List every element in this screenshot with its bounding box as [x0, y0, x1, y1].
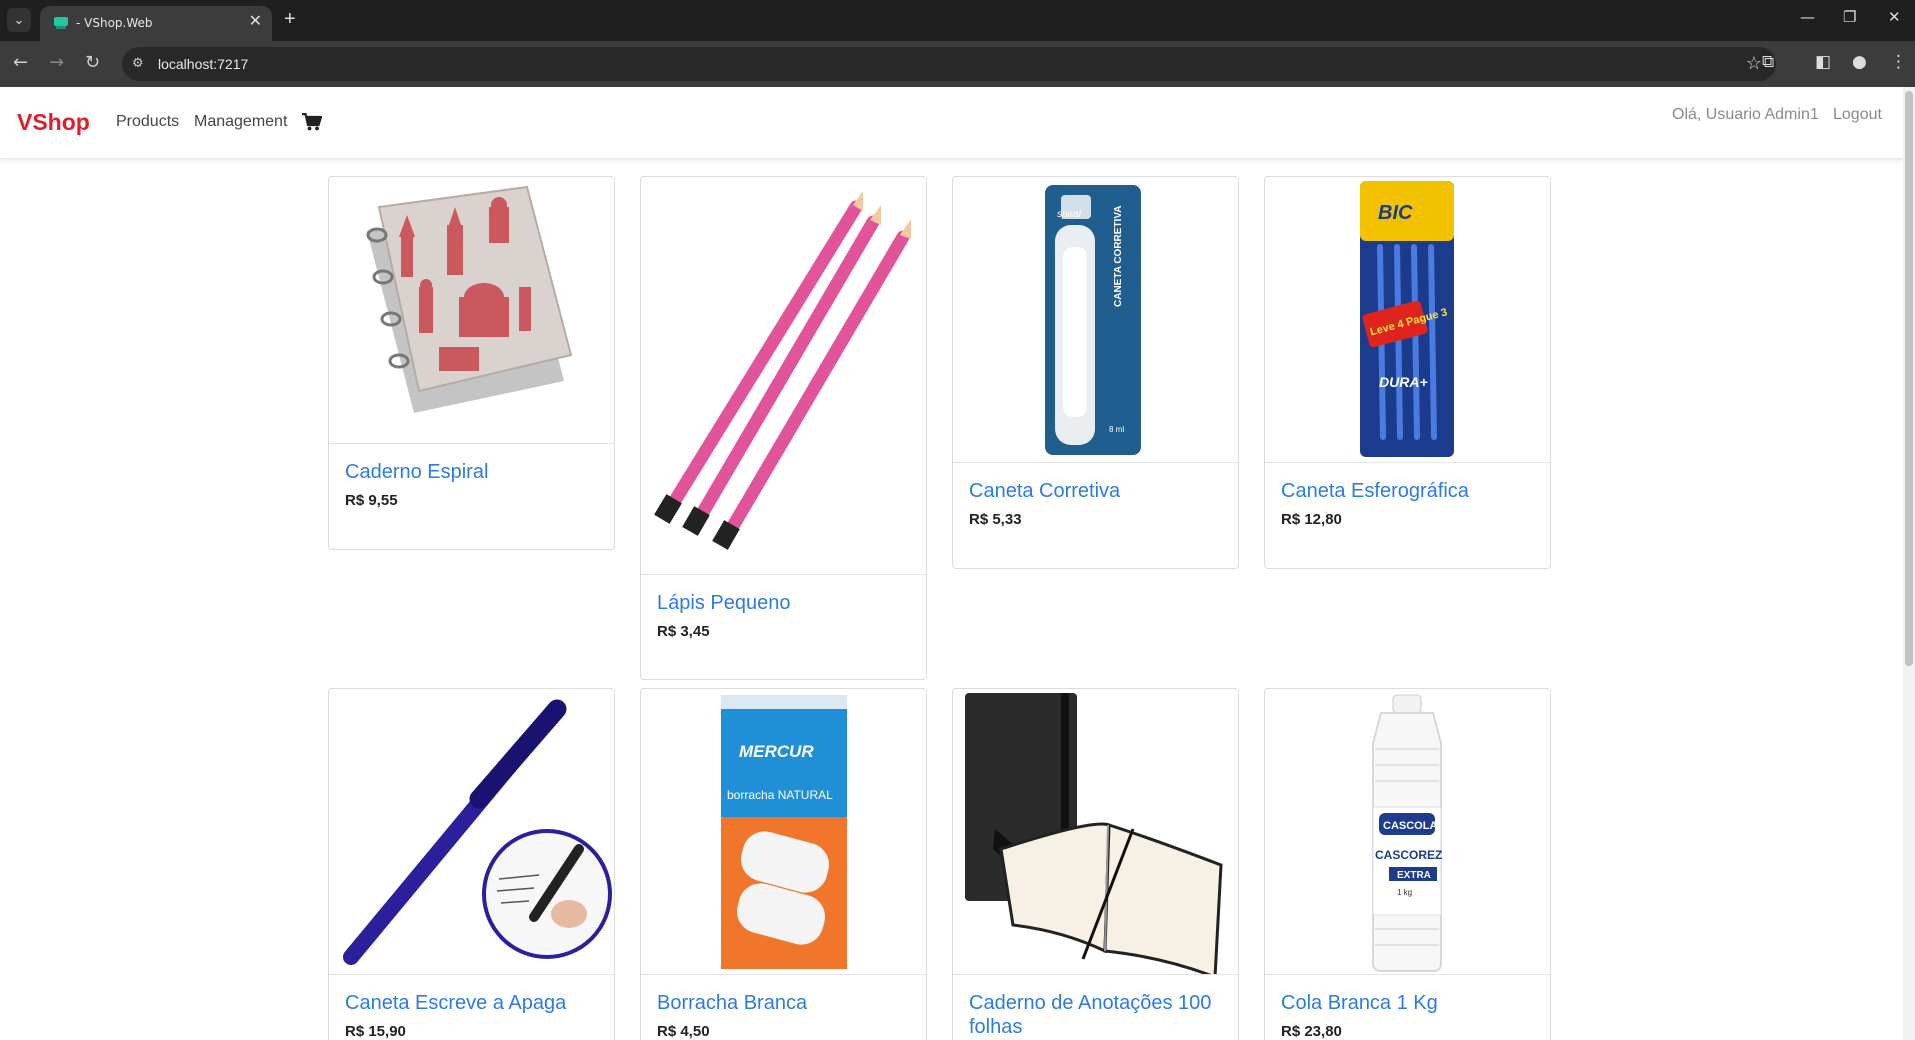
- site-navbar: VShop Products Management Olá, Usuario A…: [0, 87, 1903, 159]
- page-viewport: VShop Products Management Olá, Usuario A…: [0, 87, 1903, 1040]
- product-image[interactable]: spiral CANETA CORRETIVA 8 ml: [953, 177, 1238, 463]
- product-card[interactable]: Caderno de Anotações 100 folhas: [952, 688, 1239, 1040]
- volume-text: 8 ml: [1109, 425, 1124, 434]
- bookmark-star-icon[interactable]: ☆: [1746, 53, 1762, 74]
- tab-close-icon[interactable]: ✕: [249, 14, 262, 30]
- product-price: R$ 15,90: [345, 1023, 406, 1040]
- product-card[interactable]: MERCUR borracha NATURAL Borracha Branca …: [640, 688, 927, 1040]
- site-info-icon[interactable]: ⚙: [132, 56, 144, 71]
- product-price: R$ 23,80: [1281, 1023, 1342, 1040]
- cart-icon[interactable]: [302, 113, 322, 131]
- spiral-notebook-image: [366, 185, 573, 413]
- product-name[interactable]: Caneta Corretiva: [969, 479, 1222, 503]
- product-name[interactable]: Caderno de Anotações 100 folhas: [969, 991, 1222, 1039]
- product-card[interactable]: Caderno Espiral R$ 9,55: [328, 176, 615, 550]
- back-arrow-icon[interactable]: ←: [13, 52, 28, 73]
- tab-title: - VShop.Web: [76, 16, 153, 30]
- forward-arrow-icon[interactable]: →: [49, 52, 64, 73]
- profile-icon[interactable]: ●: [1852, 52, 1867, 72]
- cascola-extra-text: EXTRA: [1397, 870, 1431, 881]
- browser-toolbar: ← → ↻ ⚙ localhost:7217 ☆ ⧉ ◧ ● ⋮: [0, 41, 1915, 87]
- notebook-image: [965, 693, 1223, 974]
- product-price: R$ 3,45: [657, 623, 710, 640]
- tab-search-button[interactable]: ⌄: [7, 8, 31, 32]
- cascola-brand-text: CASCOLA: [1383, 820, 1437, 832]
- product-image[interactable]: [329, 177, 614, 444]
- browser-tabstrip: ⌄ - VShop.Web ✕ + — ❐ ✕: [0, 0, 1915, 41]
- side-panel-icon[interactable]: ◧: [1815, 52, 1831, 72]
- product-card[interactable]: CASCOLA CASCOREZ EXTRA 1 kg Cola Branca …: [1264, 688, 1551, 1040]
- product-card[interactable]: spiral CANETA CORRETIVA 8 ml Caneta Corr…: [952, 176, 1239, 569]
- correction-pen-image: spiral CANETA CORRETIVA 8 ml: [1045, 185, 1141, 455]
- product-card[interactable]: Lápis Pequeno R$ 3,45: [640, 176, 927, 680]
- product-image[interactable]: MERCUR borracha NATURAL: [641, 689, 926, 975]
- product-name[interactable]: Lápis Pequeno: [657, 591, 910, 615]
- product-name[interactable]: Borracha Branca: [657, 991, 910, 1015]
- reload-icon[interactable]: ↻: [85, 52, 100, 73]
- product-image[interactable]: [641, 177, 926, 575]
- logout-link[interactable]: Logout: [1833, 106, 1882, 124]
- extensions-icon[interactable]: ⧉: [1762, 52, 1774, 72]
- browser-tab[interactable]: - VShop.Web ✕: [40, 6, 272, 41]
- brand-logo[interactable]: VShop: [17, 109, 90, 136]
- product-name[interactable]: Cola Branca 1 Kg: [1281, 991, 1534, 1015]
- scrollbar-thumb[interactable]: [1905, 91, 1913, 666]
- product-price: R$ 5,33: [969, 511, 1022, 528]
- product-image[interactable]: [953, 689, 1238, 975]
- menu-icon[interactable]: ⋮: [1890, 52, 1907, 72]
- product-price: R$ 9,55: [345, 492, 398, 509]
- product-image[interactable]: CASCOLA CASCOREZ EXTRA 1 kg: [1265, 689, 1550, 975]
- label-text: CANETA CORRETIVA: [1113, 206, 1124, 307]
- product-name[interactable]: Caneta Escreve a Apaga: [345, 991, 598, 1015]
- minimize-button[interactable]: —: [1800, 8, 1815, 26]
- product-price: R$ 12,80: [1281, 511, 1342, 528]
- nav-management-link[interactable]: Management: [194, 113, 287, 131]
- user-greeting: Olá, Usuario Admin1: [1672, 106, 1819, 123]
- new-tab-button[interactable]: +: [284, 9, 296, 29]
- mercur-brand-text: MERCUR: [739, 742, 814, 761]
- close-window-button[interactable]: ✕: [1888, 8, 1901, 26]
- cascola-product-text: CASCOREZ: [1375, 848, 1442, 862]
- product-image[interactable]: BIC Leve 4 Pague 3 DURA+: [1265, 177, 1550, 463]
- product-card[interactable]: PILOT Caneta Escreve a Apaga R$ 15,90: [328, 688, 615, 1040]
- product-name[interactable]: Caneta Esferográfica: [1281, 479, 1534, 503]
- product-image[interactable]: PILOT: [329, 689, 614, 975]
- favicon-icon: [54, 17, 68, 29]
- product-name[interactable]: Caderno Espiral: [345, 460, 598, 484]
- address-bar[interactable]: ⚙ localhost:7217 ☆: [122, 47, 1776, 81]
- bic-pens-image: BIC Leve 4 Pague 3 DURA+: [1360, 181, 1454, 457]
- pencils-image: [654, 191, 911, 550]
- bic-brand-text: BIC: [1378, 202, 1413, 224]
- brand-text: spiral: [1057, 209, 1082, 220]
- cascola-size-text: 1 kg: [1397, 888, 1412, 897]
- erasable-pen-image: PILOT: [343, 699, 612, 965]
- mercur-label-text: borracha NATURAL: [727, 788, 833, 802]
- restore-button[interactable]: ❐: [1843, 8, 1856, 26]
- eraser-image: MERCUR borracha NATURAL: [721, 695, 847, 969]
- url-text[interactable]: localhost:7217: [158, 56, 248, 72]
- page-scrollbar[interactable]: [1903, 87, 1915, 1040]
- product-price: R$ 4,50: [657, 1023, 710, 1040]
- nav-products-link[interactable]: Products: [116, 113, 179, 131]
- glue-bottle-image: CASCOLA CASCOREZ EXTRA 1 kg: [1372, 694, 1442, 972]
- bic-model-text: DURA+: [1379, 374, 1428, 390]
- product-card[interactable]: BIC Leve 4 Pague 3 DURA+ Caneta Esferogr…: [1264, 176, 1551, 569]
